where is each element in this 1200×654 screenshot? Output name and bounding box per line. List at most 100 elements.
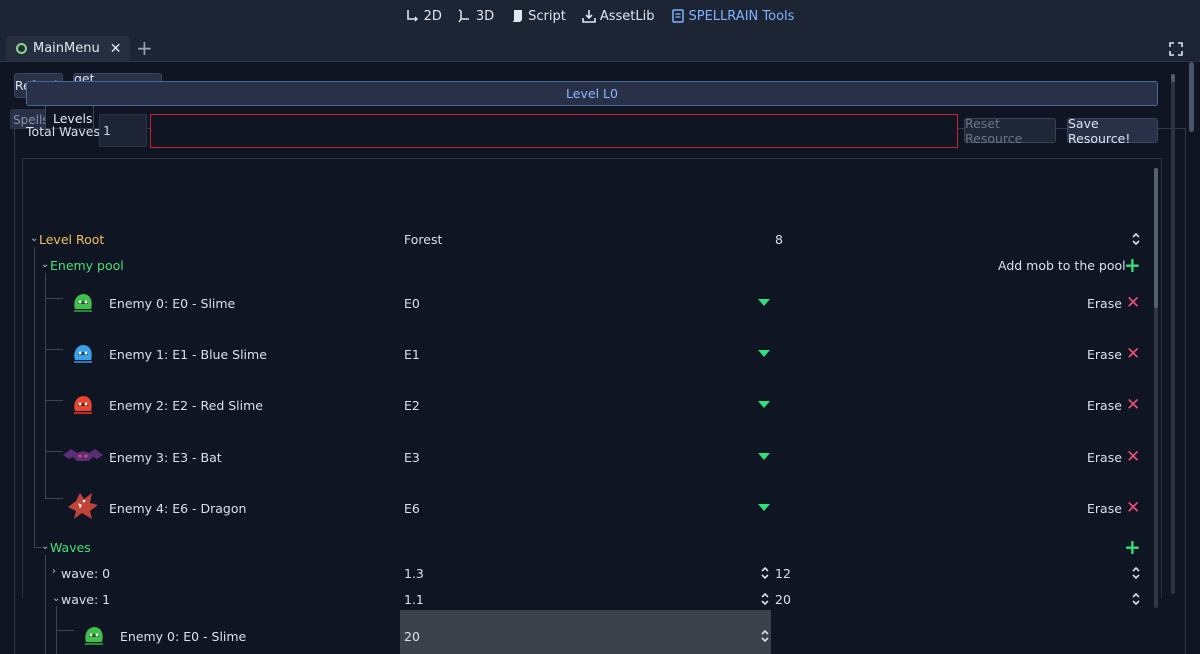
3d-icon (458, 9, 469, 23)
erase-x-icon[interactable]: ✕ (1126, 449, 1140, 466)
enemy-name: Enemy 1: E1 - Blue Slime (109, 347, 267, 362)
chevron-down-icon[interactable]: ⌄ (41, 259, 49, 270)
fullscreen-icon[interactable] (1168, 41, 1184, 57)
enemy-id: E1 (404, 347, 420, 362)
scene-tab-bar: MainMenu ✕ + (0, 33, 1200, 61)
erase-label: Erase (1087, 501, 1122, 516)
level-title-button[interactable]: Level L0 (26, 81, 1158, 106)
wave-count[interactable]: 20 (775, 592, 791, 607)
mode-script-label: Script (528, 8, 566, 24)
script-icon (512, 10, 523, 22)
chevron-down-icon[interactable]: ⌄ (30, 233, 38, 244)
plugin-icon (671, 9, 684, 23)
waves-label: Waves (50, 540, 91, 555)
tree-guide (45, 298, 63, 299)
dropdown-arrow-icon[interactable] (758, 401, 770, 408)
wave-label: wave: 0 (61, 566, 111, 581)
level-root-value: 8 (775, 232, 783, 247)
scene-node-icon (16, 43, 27, 54)
resource-path-field[interactable] (150, 114, 958, 148)
scene-tab-label: MainMenu (33, 41, 100, 56)
enemy-pool-label: Enemy pool (50, 258, 124, 273)
wave-enemy-count-field[interactable] (400, 610, 771, 654)
bat-sprite-icon (63, 449, 103, 461)
wave-count[interactable]: 12 (775, 566, 791, 581)
spinner-arrows-icon[interactable] (760, 566, 770, 580)
tree-guide (45, 349, 63, 350)
add-mob-plus-icon[interactable]: + (1124, 255, 1141, 275)
spinner-arrows-icon[interactable] (1131, 592, 1141, 606)
mode-3d-label: 3D (475, 8, 495, 24)
enemy-id: E2 (404, 398, 420, 413)
spinner-arrows-icon[interactable] (1131, 232, 1141, 246)
level-root-label: Level Root (39, 232, 105, 247)
dragon-sprite-icon (68, 493, 98, 519)
close-icon[interactable]: ✕ (110, 41, 122, 57)
tree-guide (45, 498, 63, 499)
slime-sprite-icon (74, 294, 92, 312)
dropdown-arrow-icon[interactable] (758, 299, 770, 306)
chevron-down-icon[interactable]: ⌄ (41, 541, 49, 552)
mode-2d-label: 2D (423, 8, 442, 24)
enemy-name: Enemy 2: E2 - Red Slime (109, 398, 263, 413)
editor-mode-bar: 2D 3D Script AssetLib SPELLRAIN Tools (0, 0, 1200, 32)
reset-resource-button[interactable]: Reset Resource (964, 116, 1056, 146)
level-tree[interactable] (22, 158, 1162, 598)
assetlib-icon (582, 10, 596, 23)
erase-label: Erase (1087, 296, 1122, 311)
erase-x-icon[interactable]: ✕ (1126, 346, 1140, 363)
scene-tab-mainmenu[interactable]: MainMenu ✕ (6, 36, 130, 61)
spinner-arrows-icon[interactable] (760, 629, 770, 643)
add-tab-icon[interactable]: + (136, 36, 153, 60)
mode-assetlib-label: AssetLib (599, 8, 655, 24)
2d-icon (406, 10, 418, 22)
tree-guide (56, 630, 74, 631)
tree-guide (45, 273, 46, 498)
panel-scrollbar[interactable] (1189, 62, 1194, 132)
tree-guide (45, 555, 46, 654)
erase-x-icon[interactable]: ✕ (1126, 500, 1140, 517)
total-waves-label: Total Waves (26, 124, 100, 139)
mode-2d-button[interactable]: 2D (406, 9, 442, 24)
wave-enemy-count[interactable]: 20 (404, 629, 420, 644)
wave-multiplier[interactable]: 1.3 (404, 566, 424, 581)
mode-spellrain-label: SPELLRAIN Tools (688, 8, 795, 24)
mode-3d-button[interactable]: 3D (458, 9, 494, 24)
blue-slime-sprite-icon (74, 345, 92, 363)
tree-guide (34, 247, 35, 547)
add-mob-label: Add mob to the pool (998, 258, 1126, 273)
chevron-down-icon[interactable]: ⌄ (52, 593, 60, 604)
mode-script-button[interactable]: Script (510, 9, 566, 24)
add-wave-plus-icon[interactable]: + (1124, 537, 1141, 557)
red-slime-sprite-icon (74, 396, 92, 414)
wave-enemy-name: Enemy 0: E0 - Slime (120, 629, 247, 644)
dropdown-arrow-icon[interactable] (758, 504, 770, 511)
enemy-name: Enemy 0: E0 - Slime (109, 296, 236, 311)
mode-spellrain-button[interactable]: SPELLRAIN Tools (671, 8, 795, 24)
erase-label: Erase (1087, 347, 1122, 362)
erase-x-icon[interactable]: ✕ (1126, 397, 1140, 414)
tree-scrollbar-thumb[interactable] (1154, 168, 1158, 308)
chevron-right-icon[interactable]: › (52, 566, 56, 577)
erase-label: Erase (1087, 450, 1122, 465)
erase-label: Erase (1087, 398, 1122, 413)
erase-x-icon[interactable]: ✕ (1126, 295, 1140, 312)
level-biome: Forest (404, 232, 443, 247)
content-scrollbar-thumb[interactable] (1171, 74, 1175, 82)
mode-assetlib-button[interactable]: AssetLib (582, 9, 655, 24)
tree-guide (45, 400, 63, 401)
spinner-arrows-icon[interactable] (760, 592, 770, 606)
tree-guide (45, 451, 63, 452)
enemy-id: E6 (404, 501, 420, 516)
enemy-name: Enemy 4: E6 - Dragon (109, 501, 247, 516)
enemy-id: E3 (404, 450, 420, 465)
enemy-name: Enemy 3: E3 - Bat (109, 450, 222, 465)
dropdown-arrow-icon[interactable] (758, 350, 770, 357)
wave-multiplier[interactable]: 1.1 (404, 592, 424, 607)
spinner-arrows-icon[interactable] (1131, 566, 1141, 580)
content-scrollbar-track[interactable] (1171, 74, 1175, 594)
total-waves-input[interactable]: 1 (99, 114, 147, 147)
save-resource-button[interactable]: Save Resource! (1067, 116, 1158, 146)
enemy-id: E0 (404, 296, 420, 311)
dropdown-arrow-icon[interactable] (758, 453, 770, 460)
